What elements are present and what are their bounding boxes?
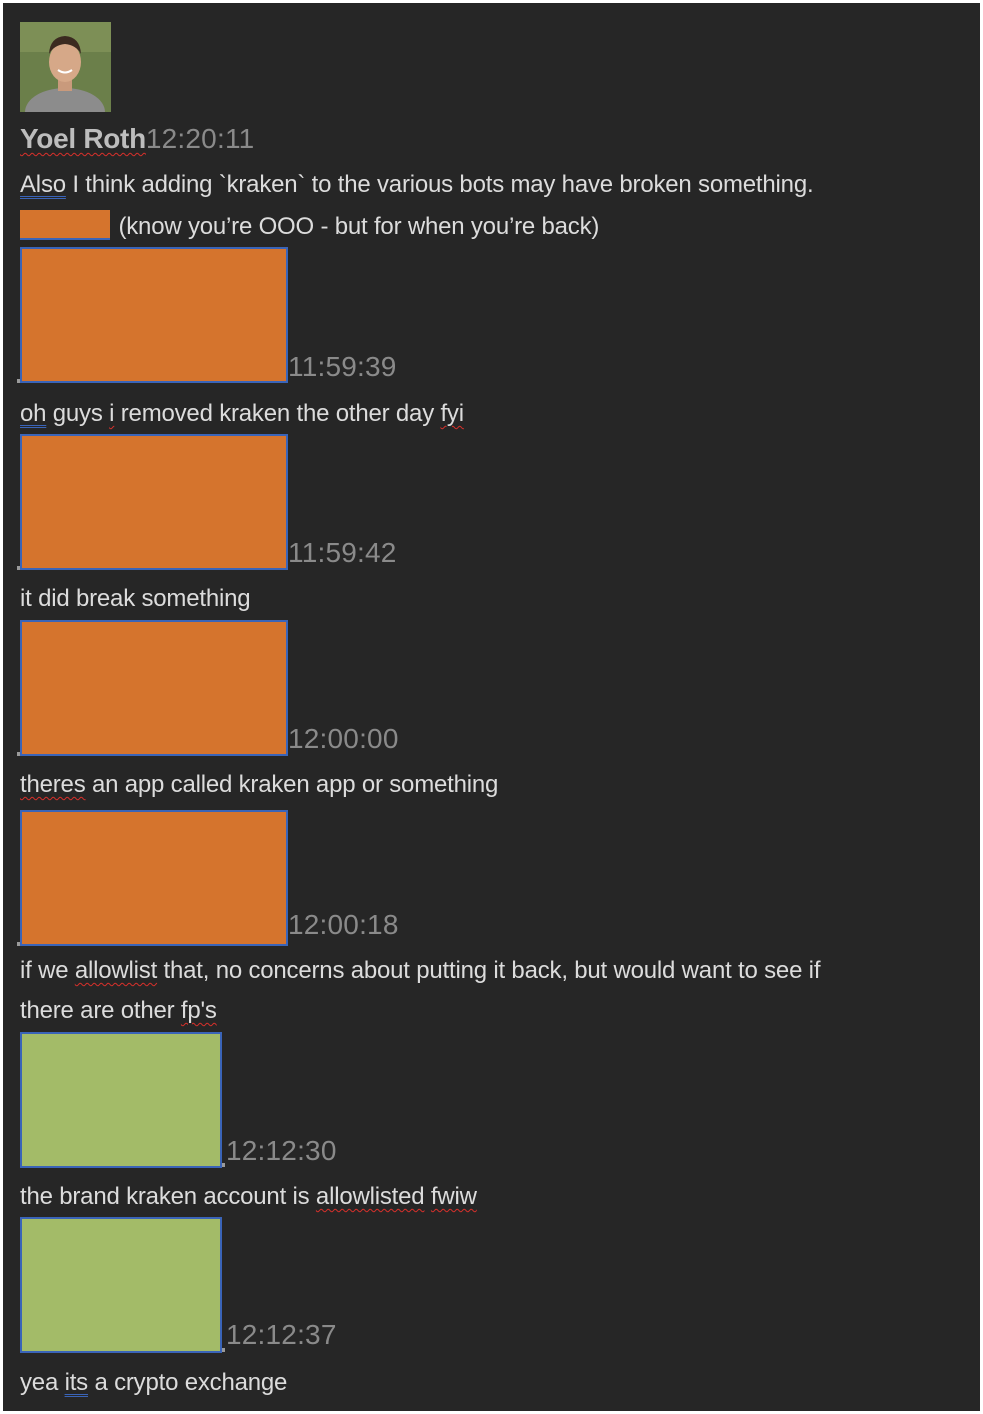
message-timestamp: 12:20:11 bbox=[145, 123, 255, 154]
message-timestamp: 12:12:30 bbox=[226, 1135, 337, 1166]
message-text-span: (know you’re OOO - but for when you’re b… bbox=[112, 213, 600, 240]
grammar-flag: oh bbox=[20, 400, 47, 427]
spelling-flag: fwiw bbox=[430, 1183, 477, 1210]
avatar-photo bbox=[20, 22, 111, 112]
message-text-span: that, no concerns about putting it back,… bbox=[157, 957, 821, 984]
message-text: theres an app called kraken app or somet… bbox=[20, 771, 498, 799]
message-text-span: guys bbox=[46, 400, 110, 427]
sender-header: Yoel Roth12:20:11 bbox=[20, 123, 254, 155]
divider-mark bbox=[17, 942, 20, 946]
divider-mark bbox=[222, 1163, 225, 1167]
grammar-flag: its bbox=[64, 1369, 89, 1396]
redacted-mention bbox=[20, 210, 110, 240]
redacted-avatar bbox=[20, 620, 288, 756]
spelling-flag: fp's bbox=[180, 997, 217, 1024]
grammar-flag: Also bbox=[20, 171, 66, 198]
sender-name[interactable]: Yoel Roth bbox=[20, 123, 146, 154]
message-text: there are other fp's bbox=[20, 997, 217, 1025]
chat-panel: Yoel Roth12:20:11 Also I think adding `k… bbox=[3, 3, 980, 1411]
avatar[interactable] bbox=[20, 22, 111, 112]
redacted-avatar bbox=[20, 434, 288, 570]
divider-mark bbox=[222, 1348, 225, 1352]
message-text-span: I think adding `kraken` to the various b… bbox=[65, 171, 814, 198]
message-text: Also I think adding `kraken` to the vari… bbox=[20, 171, 814, 199]
spelling-flag: theres bbox=[20, 771, 86, 798]
redacted-avatar bbox=[20, 1217, 222, 1353]
spelling-flag: allowlist bbox=[74, 957, 158, 984]
message-text: it did break something bbox=[20, 585, 251, 612]
message-timestamp: 12:12:37 bbox=[226, 1319, 337, 1350]
message-text: (know you’re OOO - but for when you’re b… bbox=[20, 210, 599, 241]
divider-mark bbox=[17, 566, 20, 570]
message-text-span: removed kraken the other day bbox=[114, 400, 441, 427]
message-timestamp: 12:00:00 bbox=[288, 723, 399, 754]
message-text-span: an app called kraken app or something bbox=[85, 771, 499, 798]
divider-mark bbox=[17, 379, 20, 383]
spelling-flag: allowlisted bbox=[315, 1183, 425, 1210]
divider-mark bbox=[17, 752, 20, 756]
spelling-flag: fyi bbox=[440, 400, 464, 427]
message-text-span: there are other bbox=[20, 997, 181, 1024]
message-text-span: yea bbox=[20, 1369, 65, 1396]
message-timestamp: 12:00:18 bbox=[288, 909, 399, 940]
message-text: yea its a crypto exchange bbox=[20, 1369, 287, 1397]
redacted-avatar bbox=[20, 247, 288, 383]
redacted-avatar bbox=[20, 1032, 222, 1168]
message-text-span: if we bbox=[20, 957, 75, 984]
message-text-span: the brand kraken account is bbox=[20, 1183, 316, 1210]
message-timestamp: 11:59:39 bbox=[288, 351, 397, 382]
message-text: the brand kraken account is allowlisted … bbox=[20, 1183, 477, 1211]
message-text: oh guys i removed kraken the other day f… bbox=[20, 400, 464, 428]
redacted-avatar bbox=[20, 810, 288, 946]
message-text-span: a crypto exchange bbox=[87, 1369, 288, 1396]
message-text: if we allowlist that, no concerns about … bbox=[20, 957, 820, 985]
message-timestamp: 11:59:42 bbox=[288, 537, 397, 568]
